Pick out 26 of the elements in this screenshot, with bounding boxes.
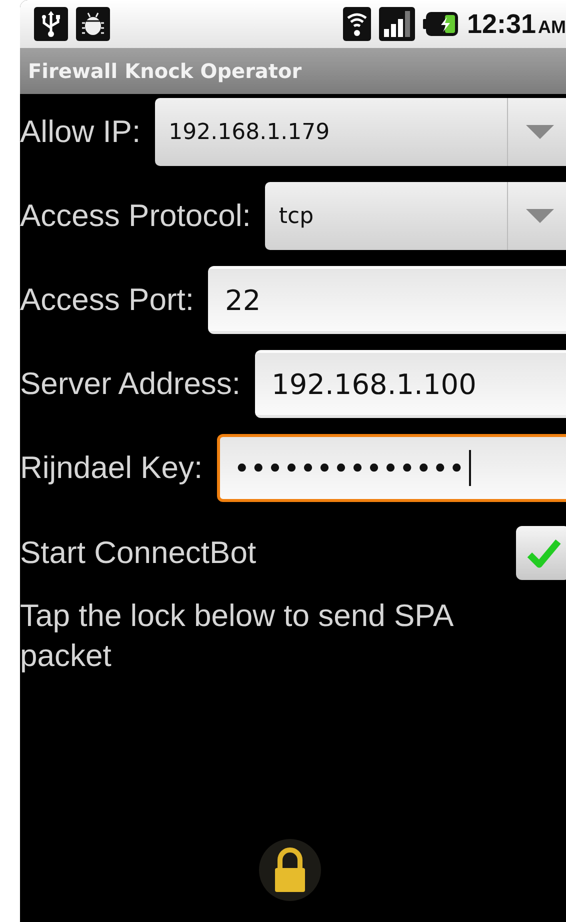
wifi-icon xyxy=(342,7,371,41)
dropdown[interactable]: tcp xyxy=(264,182,566,250)
battery-charging-icon xyxy=(422,11,459,37)
usb-icon xyxy=(34,7,68,41)
clock-time: 12:31 xyxy=(466,8,536,40)
checkbox[interactable] xyxy=(516,526,566,580)
dropdown-arrow-icon xyxy=(526,125,554,139)
field-label: Rijndael Key: xyxy=(20,450,203,486)
field-label: Allow IP: xyxy=(20,114,141,150)
input-field[interactable]: •••••••••••••• xyxy=(216,434,566,502)
bug-icon xyxy=(76,7,110,41)
dropdown-arrow-icon xyxy=(526,209,554,223)
dropdown-value: 192.168.1.179 xyxy=(168,120,331,144)
input-field[interactable]: 192.168.1.100 xyxy=(254,350,566,418)
app-title: Firewall Knock Operator xyxy=(28,59,302,83)
dropdown[interactable]: 192.168.1.179 xyxy=(154,98,566,166)
instruction-text: Tap the lock below to send SPA packet xyxy=(20,597,454,675)
clock-meridiem: AM xyxy=(538,16,566,38)
field-label: Access Port: xyxy=(20,282,194,318)
signal-icon xyxy=(378,7,415,41)
checkbox-label: Start ConnectBot xyxy=(20,535,256,571)
input-field[interactable]: 22 xyxy=(208,266,566,334)
field-label: Access Protocol: xyxy=(20,198,251,234)
dropdown-value: tcp xyxy=(278,204,315,228)
field-label: Server Address: xyxy=(20,366,241,402)
lock-icon[interactable] xyxy=(258,838,322,902)
